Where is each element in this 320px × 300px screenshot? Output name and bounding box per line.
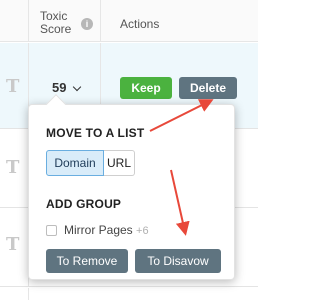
mirror-pages-label[interactable]: Mirror Pages +6 xyxy=(64,223,149,237)
mirror-pages-text: Mirror Pages xyxy=(64,223,133,237)
backlink-audit-page: Toxic Score i Actions T 59 Keep Delete T… xyxy=(0,0,258,300)
table-header: Toxic Score i Actions xyxy=(0,0,258,42)
info-icon[interactable]: i xyxy=(81,18,93,30)
truncated-text: T xyxy=(6,234,20,255)
table-row xyxy=(0,288,258,300)
column-divider xyxy=(100,0,101,42)
move-to-list-title: MOVE TO A LIST xyxy=(46,126,145,140)
truncated-text: T xyxy=(6,157,20,178)
column-divider xyxy=(28,0,29,42)
to-remove-button[interactable]: To Remove xyxy=(46,249,128,273)
add-group-title: ADD GROUP xyxy=(46,197,122,211)
to-disavow-button[interactable]: To Disavow xyxy=(135,249,221,273)
mirror-pages-checkbox[interactable] xyxy=(46,225,57,236)
url-segment[interactable]: URL xyxy=(104,150,135,176)
actions-header: Actions xyxy=(120,17,160,31)
delete-button[interactable]: Delete xyxy=(179,77,237,99)
toxic-score-value[interactable]: 59 xyxy=(52,80,66,95)
list-type-toggle: Domain URL xyxy=(46,150,135,176)
chevron-down-icon[interactable] xyxy=(72,82,82,92)
column-divider xyxy=(28,288,29,300)
keep-button[interactable]: Keep xyxy=(120,77,172,99)
truncated-text: T xyxy=(6,76,20,97)
delete-options-popover: MOVE TO A LIST Domain URL ADD GROUP Mirr… xyxy=(28,94,235,280)
mirror-pages-count: +6 xyxy=(136,225,149,237)
domain-segment[interactable]: Domain xyxy=(46,150,104,176)
